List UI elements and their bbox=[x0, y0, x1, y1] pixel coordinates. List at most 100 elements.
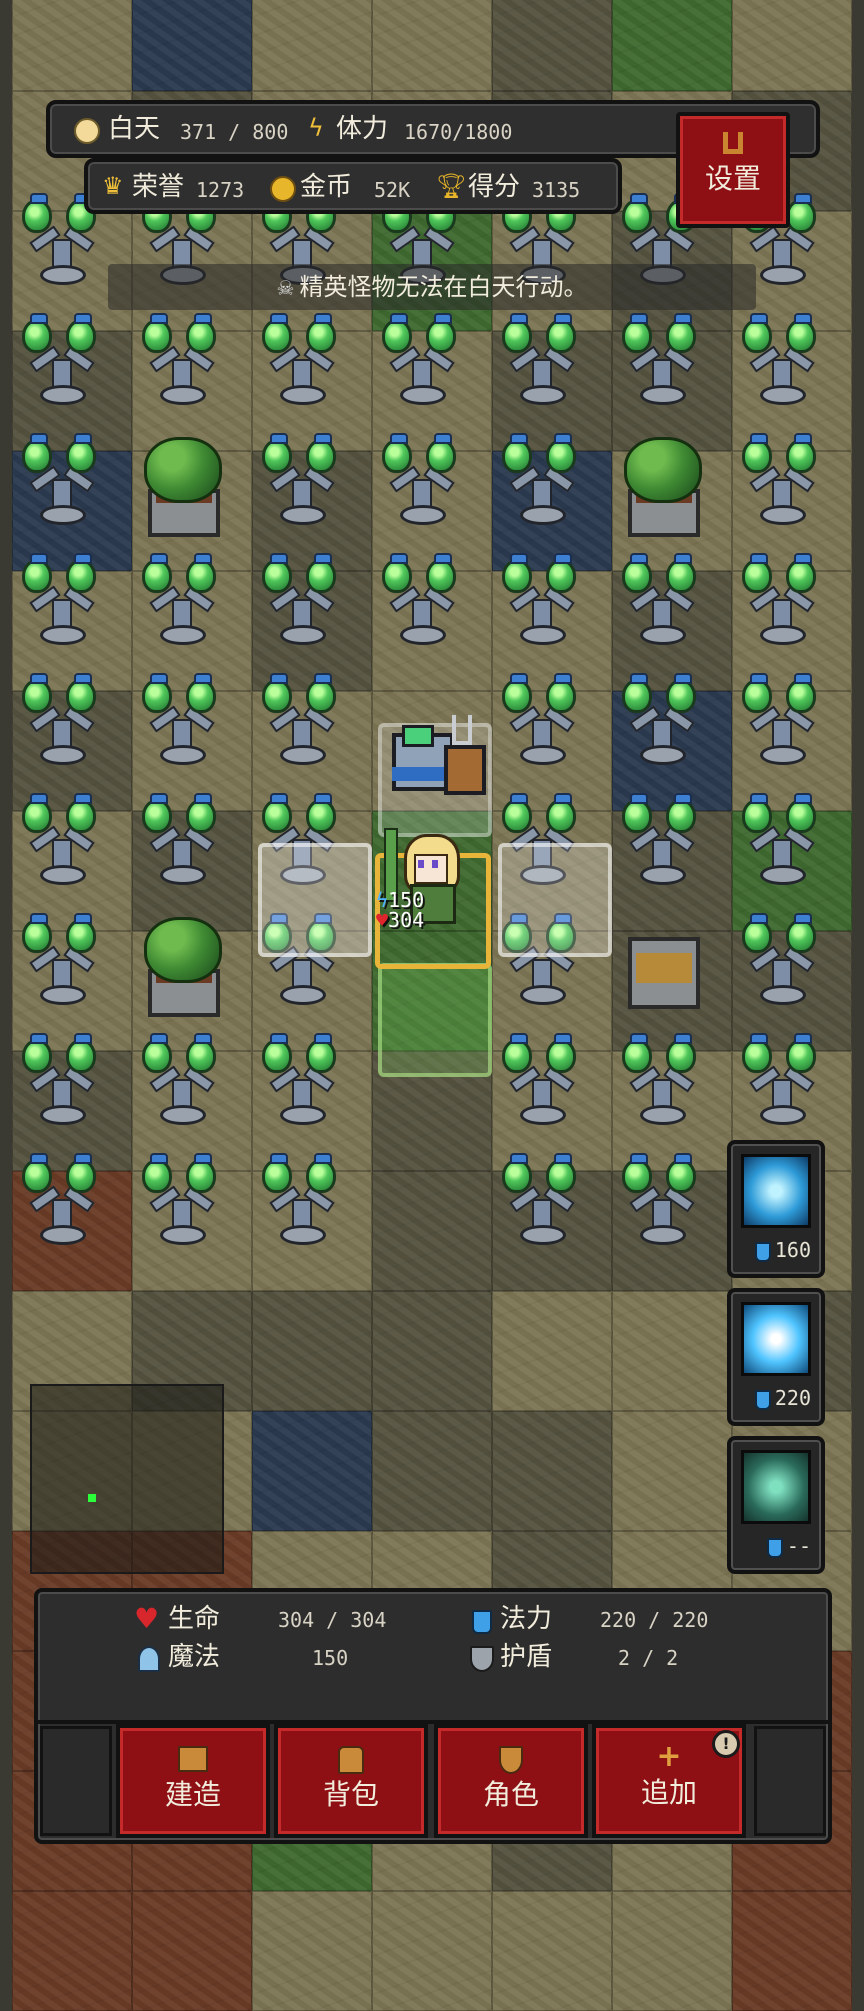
character-button[interactable]: 角色 bbox=[434, 1724, 588, 1838]
skill-slot-frost[interactable]: 220 bbox=[727, 1288, 825, 1426]
lamp-tree-icon[interactable] bbox=[120, 301, 240, 421]
lamp-tree-icon[interactable] bbox=[600, 301, 720, 421]
lamp-tree-icon[interactable] bbox=[360, 421, 480, 541]
lamp-tree-icon[interactable] bbox=[360, 301, 480, 421]
lamp-tree-icon[interactable] bbox=[120, 1021, 240, 1141]
bush-planter-icon[interactable] bbox=[120, 421, 240, 541]
lamp-tree-icon[interactable] bbox=[600, 661, 720, 781]
map-tile[interactable] bbox=[132, 0, 252, 91]
build-label: 建造 bbox=[164, 1778, 221, 1811]
gold-label: 金币 bbox=[300, 172, 353, 202]
lamp-tree-icon[interactable] bbox=[0, 901, 120, 1021]
lamp-tree-icon[interactable] bbox=[720, 901, 840, 1021]
map-tile[interactable] bbox=[612, 0, 732, 91]
lamp-tree-icon[interactable] bbox=[240, 1141, 360, 1261]
lamp-tree-icon[interactable] bbox=[0, 421, 120, 541]
lamp-tree-icon[interactable] bbox=[240, 301, 360, 421]
notice-banner: ☠ 精英怪物无法在白天行动。 bbox=[108, 264, 756, 310]
bush-planter-icon[interactable] bbox=[120, 901, 240, 1021]
settings-label: 设置 bbox=[704, 162, 761, 195]
map-tile[interactable] bbox=[372, 0, 492, 91]
lamp-tree-icon[interactable] bbox=[0, 781, 120, 901]
lamp-tree-icon[interactable] bbox=[600, 1021, 720, 1141]
mana-flask-icon bbox=[766, 1537, 783, 1558]
map-tile[interactable] bbox=[372, 1891, 492, 2011]
bush-planter-icon[interactable] bbox=[600, 421, 720, 541]
map-tile[interactable] bbox=[492, 0, 612, 91]
move-target-left[interactable] bbox=[258, 843, 372, 957]
lamp-tree-icon[interactable] bbox=[600, 541, 720, 661]
empty-planter-icon[interactable] bbox=[600, 901, 720, 1021]
lamp-tree-icon[interactable] bbox=[0, 1021, 120, 1141]
lamp-tree-icon[interactable] bbox=[120, 781, 240, 901]
map-tile[interactable] bbox=[252, 1411, 372, 1531]
lamp-tree-icon[interactable] bbox=[240, 541, 360, 661]
map-tile[interactable] bbox=[372, 1291, 492, 1411]
lamp-tree-icon[interactable] bbox=[240, 661, 360, 781]
lamp-tree-icon[interactable] bbox=[0, 1141, 120, 1261]
build-button[interactable]: 建造 bbox=[116, 1724, 270, 1838]
lamp-tree-icon[interactable] bbox=[0, 541, 120, 661]
lamp-tree-icon[interactable] bbox=[720, 1021, 840, 1141]
lamp-tree-icon[interactable] bbox=[120, 661, 240, 781]
crafting-machine[interactable] bbox=[384, 715, 486, 795]
lamp-tree-icon[interactable] bbox=[720, 301, 840, 421]
map-tile[interactable] bbox=[612, 1891, 732, 2011]
lamp-tree-icon[interactable] bbox=[480, 301, 600, 421]
settings-button[interactable]: 设置 bbox=[676, 112, 790, 228]
lamp-tree-icon[interactable] bbox=[480, 421, 600, 541]
map-tile[interactable] bbox=[372, 1411, 492, 1531]
action-bar-slot-right bbox=[754, 1726, 826, 1836]
map-tile[interactable] bbox=[132, 1891, 252, 2011]
map-tile[interactable] bbox=[372, 1171, 492, 1291]
mana-value: 220 / 220 bbox=[600, 1608, 709, 1632]
lamp-tree-icon[interactable] bbox=[480, 661, 600, 781]
mana-flask-icon bbox=[754, 1389, 771, 1410]
lamp-tree-icon[interactable] bbox=[120, 541, 240, 661]
mana-label: 法力 bbox=[500, 1604, 553, 1634]
notice-text: 精英怪物无法在白天行动。 bbox=[299, 273, 588, 301]
skill-slot-shield[interactable]: -- bbox=[727, 1436, 825, 1574]
crown-icon: ♛ bbox=[102, 172, 124, 200]
move-target-right[interactable] bbox=[498, 843, 612, 957]
lamp-tree-icon[interactable] bbox=[720, 421, 840, 541]
lamp-tree-icon[interactable] bbox=[360, 541, 480, 661]
lamp-tree-icon[interactable] bbox=[720, 661, 840, 781]
map-tile[interactable] bbox=[252, 0, 372, 91]
score-value: 3135 bbox=[532, 178, 581, 202]
trophy-icon: 🏆︎ bbox=[436, 172, 467, 200]
map-tile[interactable] bbox=[612, 1291, 732, 1411]
lamp-tree-icon[interactable] bbox=[720, 541, 840, 661]
bag-button[interactable]: 背包 bbox=[274, 1724, 428, 1838]
skill-slot-lightning[interactable]: 160 bbox=[727, 1140, 825, 1278]
lamp-tree-icon[interactable] bbox=[0, 661, 120, 781]
map-tile[interactable] bbox=[252, 1291, 372, 1411]
minimap[interactable] bbox=[30, 1384, 224, 1574]
map-tile[interactable] bbox=[492, 1411, 612, 1531]
map-tile[interactable] bbox=[732, 1891, 852, 2011]
lamp-tree-icon[interactable] bbox=[480, 1021, 600, 1141]
honor-label: 荣誉 bbox=[132, 172, 185, 202]
character-shield-icon bbox=[499, 1746, 523, 1774]
map-tile[interactable] bbox=[732, 0, 852, 91]
map-tile[interactable] bbox=[612, 1411, 732, 1531]
lamp-tree-icon[interactable] bbox=[720, 781, 840, 901]
map-tile[interactable] bbox=[492, 1891, 612, 2011]
lamp-tree-icon[interactable] bbox=[600, 1141, 720, 1261]
map-tile[interactable] bbox=[12, 1891, 132, 2011]
honor-value: 1273 bbox=[196, 178, 245, 202]
day-value: 371 / 800 bbox=[180, 120, 289, 144]
lamp-tree-icon[interactable] bbox=[0, 301, 120, 421]
lightning-skill-icon bbox=[741, 1154, 811, 1228]
lamp-tree-icon[interactable] bbox=[120, 1141, 240, 1261]
lamp-tree-icon[interactable] bbox=[480, 541, 600, 661]
lamp-tree-icon[interactable] bbox=[240, 1021, 360, 1141]
lamp-tree-icon[interactable] bbox=[600, 781, 720, 901]
map-tile[interactable] bbox=[492, 1291, 612, 1411]
move-target-down[interactable] bbox=[378, 963, 492, 1077]
mana-flask-icon bbox=[472, 1610, 492, 1634]
lamp-tree-icon[interactable] bbox=[480, 1141, 600, 1261]
lamp-tree-icon[interactable] bbox=[240, 421, 360, 541]
map-tile[interactable] bbox=[12, 0, 132, 91]
map-tile[interactable] bbox=[252, 1891, 372, 2011]
